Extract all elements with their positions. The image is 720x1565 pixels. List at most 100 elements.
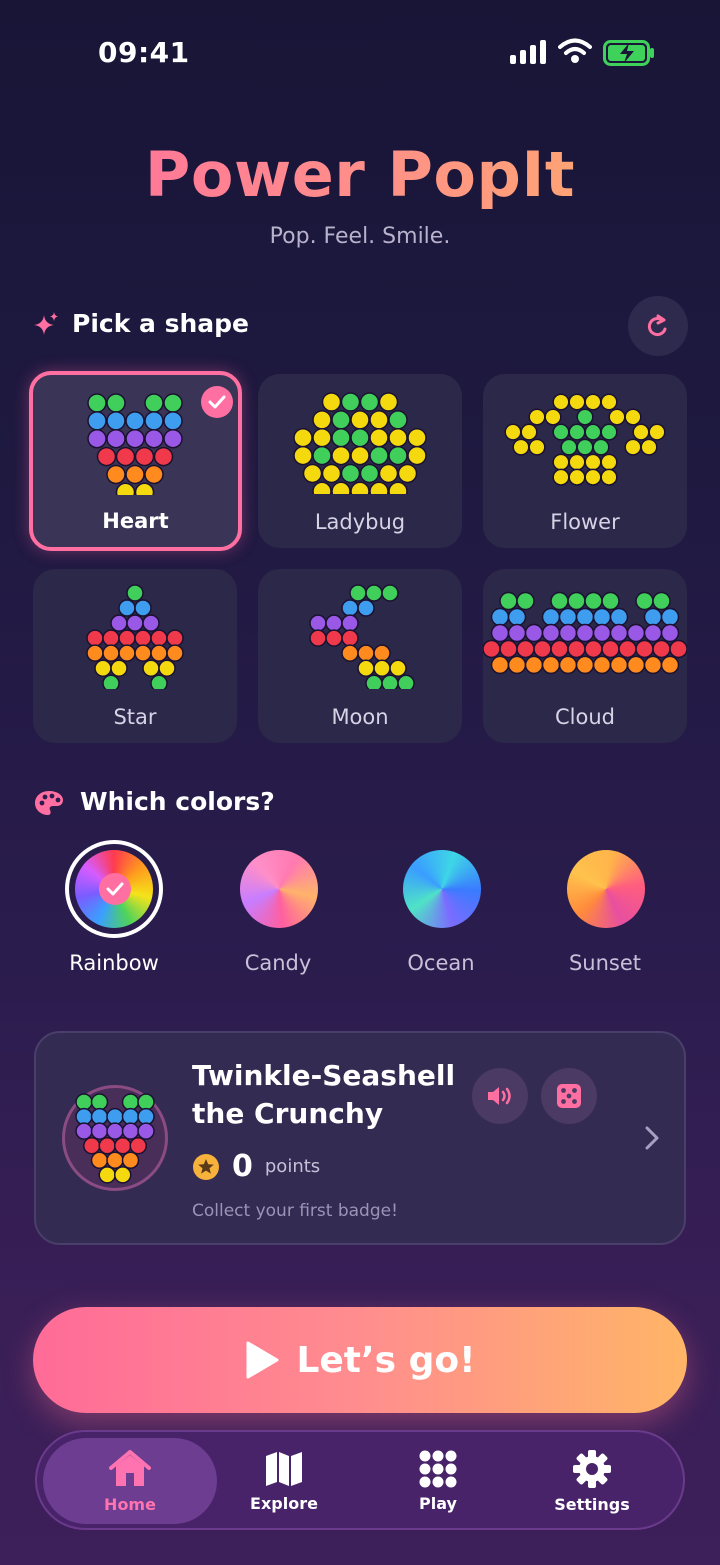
bubble	[166, 644, 184, 662]
bubble	[635, 639, 654, 659]
bubble	[378, 463, 399, 484]
bubble	[166, 629, 184, 647]
palette-swatch-sunset[interactable]	[567, 850, 645, 928]
bubble	[567, 639, 586, 659]
bubble	[643, 623, 663, 643]
bubble	[134, 446, 155, 467]
bubble	[507, 655, 527, 675]
bubble	[584, 423, 602, 441]
bubble	[106, 393, 126, 413]
bubble	[516, 639, 535, 659]
palette-swatch-candy[interactable]	[240, 850, 318, 928]
shape-card-flower[interactable]: Flower	[483, 374, 687, 548]
bubble	[341, 644, 359, 662]
bubble	[90, 1122, 109, 1140]
shape-card-heart[interactable]: Heart	[29, 371, 242, 551]
bubble	[388, 445, 408, 466]
bubble	[499, 639, 518, 659]
bubble	[567, 591, 586, 611]
tab-home[interactable]: Home	[43, 1438, 217, 1524]
bubble	[106, 1122, 124, 1140]
profile-name-line2: the Crunchy	[192, 1097, 384, 1130]
palette-label: Sunset	[568, 951, 642, 975]
gear-icon	[573, 1449, 611, 1488]
bubble	[507, 623, 527, 643]
bubble	[359, 392, 380, 412]
bubble	[293, 427, 313, 448]
bubble	[576, 408, 594, 426]
selected-check-icon	[201, 386, 233, 418]
flower-shape-preview	[504, 393, 666, 486]
map-icon	[266, 1451, 302, 1486]
wifi-icon	[558, 38, 592, 63]
bubble	[550, 591, 569, 611]
grid-dot	[432, 1450, 444, 1461]
sparkles-icon	[34, 312, 58, 335]
bubble	[350, 445, 370, 466]
tab-settings[interactable]: Settings	[505, 1438, 679, 1524]
bubble	[325, 629, 343, 647]
bubble	[490, 623, 510, 643]
bubble	[75, 1093, 93, 1111]
bubble	[357, 599, 375, 617]
bubble	[96, 446, 117, 467]
bubble	[533, 639, 552, 659]
bubble	[648, 423, 666, 441]
bubble	[490, 655, 510, 675]
status-time: 09:41	[98, 36, 190, 69]
bubble	[102, 644, 120, 662]
bubble	[541, 623, 561, 643]
shape-card-cloud[interactable]: Cloud	[483, 569, 687, 743]
bubble	[125, 411, 145, 431]
profile-card[interactable]: Twinkle-Seashell the Crunchy 0 points Co…	[34, 1031, 686, 1245]
bubble	[381, 584, 399, 602]
shape-card-moon[interactable]: Moon	[258, 569, 462, 743]
star-badge-icon	[193, 1153, 219, 1180]
bubble	[575, 607, 595, 627]
bubble	[350, 481, 370, 494]
sound-button[interactable]	[472, 1068, 528, 1124]
colors-section-title: Which colors?	[80, 787, 275, 816]
bubble	[660, 655, 680, 675]
bubble	[106, 1107, 124, 1126]
tab-play[interactable]: Play	[351, 1438, 525, 1524]
bubble	[163, 393, 183, 413]
bubble	[144, 464, 164, 485]
random-name-button[interactable]	[541, 1068, 597, 1124]
bubble	[134, 599, 152, 617]
shape-card-ladybug[interactable]: Ladybug	[258, 374, 462, 548]
palette-label: Rainbow	[69, 951, 159, 975]
bubble	[626, 655, 646, 675]
palette-swatch-ocean[interactable]	[403, 850, 481, 928]
bubble	[660, 607, 680, 627]
bubble	[144, 411, 164, 431]
shape-label: Cloud	[555, 705, 615, 729]
bubble	[118, 644, 136, 662]
bubble	[87, 428, 107, 449]
shape-card-star[interactable]: Star	[33, 569, 237, 743]
bubble	[520, 423, 538, 441]
bubble	[114, 1136, 132, 1155]
bubble	[373, 659, 391, 677]
bubble	[75, 1122, 93, 1140]
bubble	[373, 644, 391, 662]
bubble	[600, 468, 618, 486]
bubble	[312, 481, 332, 494]
bubble	[632, 423, 650, 441]
profile-name-line1: Twinkle-Seashell	[192, 1059, 456, 1092]
bubble	[560, 438, 578, 456]
lets-go-button[interactable]: Let’s go!	[33, 1307, 687, 1413]
badge-hint: Collect your first badge!	[192, 1201, 398, 1221]
shapes-section-title: Pick a shape	[72, 309, 250, 338]
bubble	[126, 614, 144, 632]
bubble	[110, 614, 128, 632]
app-title: Power PopIt	[0, 138, 720, 211]
bubble	[134, 482, 155, 495]
tab-explore[interactable]: Explore	[197, 1438, 371, 1524]
bubble	[90, 1093, 109, 1111]
bubble	[75, 1107, 93, 1126]
refresh-button[interactable]	[628, 296, 688, 356]
heart-avatar-icon	[75, 1093, 155, 1184]
bubble	[624, 438, 642, 456]
cloud-shape-preview	[483, 591, 687, 675]
